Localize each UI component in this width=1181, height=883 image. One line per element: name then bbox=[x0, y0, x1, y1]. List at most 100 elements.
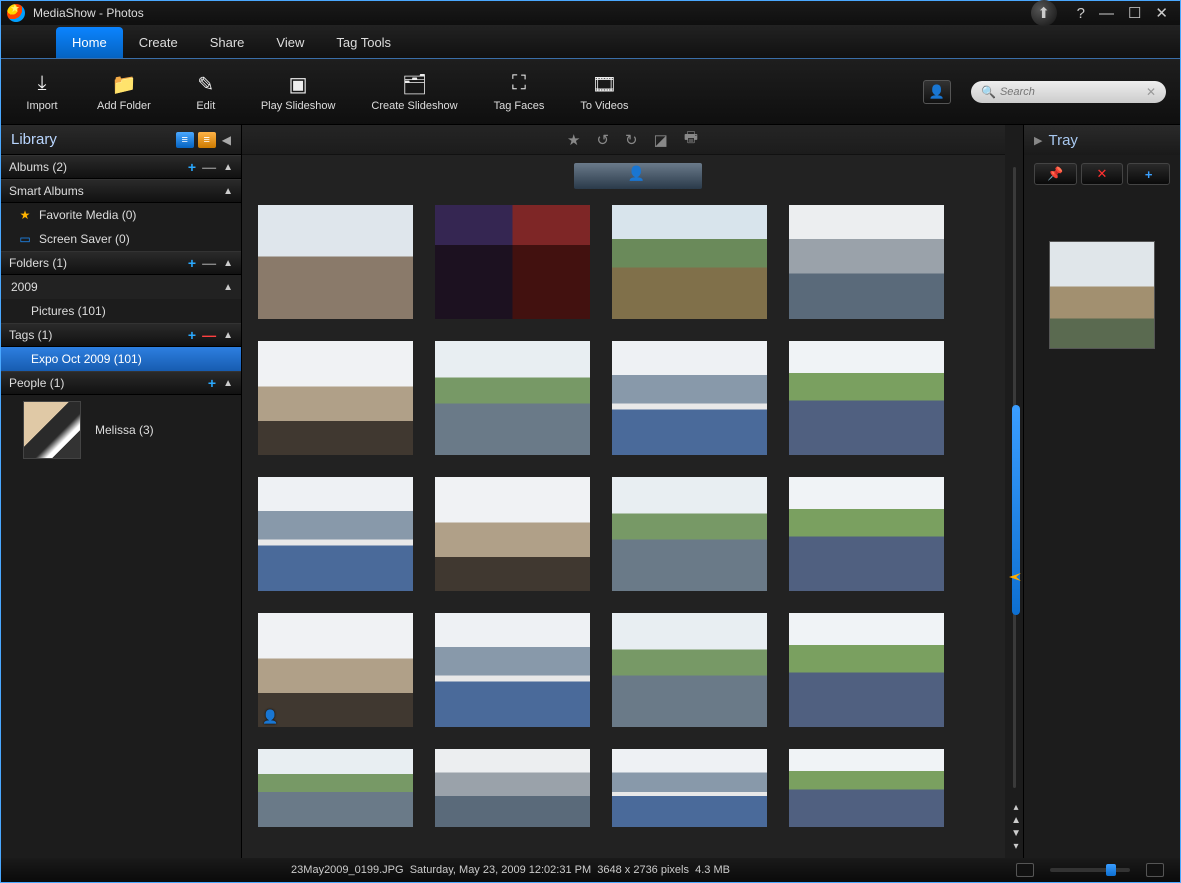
thumb[interactable] bbox=[612, 341, 767, 455]
thumb[interactable] bbox=[789, 477, 944, 591]
clear-search-icon[interactable]: ✕ bbox=[1146, 85, 1156, 99]
fullscreen-icon[interactable] bbox=[1146, 863, 1164, 877]
folder-plus-icon: 📁 bbox=[111, 72, 136, 96]
toolbar: ⤓ Import 📁Add Folder ✎Edit ▣Play Slidesho… bbox=[1, 59, 1180, 125]
pencil-icon: ✎ bbox=[197, 72, 214, 96]
scroll-thumb[interactable] bbox=[1012, 405, 1020, 615]
people-label: People (1) bbox=[9, 376, 64, 390]
collapse-sidebar-icon[interactable]: ◀ bbox=[222, 133, 231, 147]
folder-pictures[interactable]: Pictures (101) bbox=[1, 299, 241, 323]
view-mode-icon[interactable] bbox=[1016, 863, 1034, 877]
add-folder-icon[interactable]: + bbox=[188, 255, 196, 271]
thumb[interactable] bbox=[435, 205, 590, 319]
thumb[interactable] bbox=[258, 205, 413, 319]
search-box[interactable]: 🔍 ✕ bbox=[971, 81, 1166, 103]
tray-pin-button[interactable]: 📌 bbox=[1034, 163, 1077, 185]
close-button[interactable]: ✕ bbox=[1155, 4, 1168, 22]
sort-list-icon[interactable]: ≡ bbox=[176, 132, 194, 148]
import-icon: ⤓ bbox=[38, 72, 47, 96]
search-icon: 🔍 bbox=[981, 85, 996, 99]
compare-icon[interactable]: ◪ bbox=[654, 131, 668, 149]
status-filename: 23May2009_0199.JPG bbox=[291, 864, 404, 876]
add-tag-icon[interactable]: + bbox=[188, 327, 196, 343]
film-icon: 🎞 bbox=[592, 72, 617, 96]
menu-home[interactable]: Home bbox=[56, 27, 123, 58]
print-icon[interactable]: 🖶 bbox=[684, 127, 698, 152]
maximize-button[interactable]: ☐ bbox=[1128, 4, 1141, 22]
albums-section[interactable]: Albums (2) +—▲ bbox=[1, 155, 241, 179]
thumb[interactable] bbox=[789, 749, 944, 827]
rotate-left-icon[interactable]: ↺ bbox=[596, 131, 609, 149]
scroll-top-icon[interactable]: ▴ bbox=[1014, 802, 1019, 813]
play-slideshow-button[interactable]: ▣Play Slideshow bbox=[253, 68, 344, 116]
folders-section[interactable]: Folders (1) + — ▲ bbox=[1, 251, 241, 275]
upload-icon[interactable]: ⬆ bbox=[1031, 0, 1057, 26]
thumb[interactable] bbox=[435, 613, 590, 727]
folders-label: Folders (1) bbox=[9, 256, 67, 270]
favorite-icon[interactable]: ★ bbox=[567, 131, 580, 149]
tag-faces-label: Tag Faces bbox=[494, 100, 545, 112]
sort-tags-icon[interactable]: ≡ bbox=[198, 132, 216, 148]
thumb[interactable] bbox=[435, 341, 590, 455]
person-melissa[interactable]: Melissa (3) bbox=[1, 395, 241, 465]
chevron-up-icon: ▲ bbox=[223, 258, 233, 269]
remove-album-icon[interactable]: — bbox=[202, 159, 216, 175]
menu-tag-tools[interactable]: Tag Tools bbox=[320, 27, 407, 58]
thumb[interactable] bbox=[258, 477, 413, 591]
tags-section[interactable]: Tags (1) +—▲ bbox=[1, 323, 241, 347]
scroll-up-icon[interactable]: ▲ bbox=[1011, 815, 1021, 826]
favorite-media-item[interactable]: ★Favorite Media (0) bbox=[1, 203, 241, 227]
tray-header: ▶ Tray bbox=[1024, 125, 1180, 155]
tray-panel: ▶ Tray 📌 ✕ + bbox=[1023, 125, 1180, 858]
remove-folder-icon[interactable]: — bbox=[202, 255, 216, 271]
thumb[interactable] bbox=[612, 477, 767, 591]
tray-thumbnail[interactable] bbox=[1049, 241, 1155, 349]
thumb[interactable] bbox=[612, 613, 767, 727]
import-label: Import bbox=[26, 100, 57, 112]
people-section[interactable]: People (1) +▲ bbox=[1, 371, 241, 395]
thumb[interactable] bbox=[258, 341, 413, 455]
thumb[interactable] bbox=[612, 205, 767, 319]
rotate-right-icon[interactable]: ↻ bbox=[625, 131, 638, 149]
zoom-slider[interactable] bbox=[1050, 868, 1130, 872]
face-search-button[interactable]: 👤 bbox=[923, 80, 951, 104]
screen-saver-item[interactable]: ▭Screen Saver (0) bbox=[1, 227, 241, 251]
thumb[interactable] bbox=[435, 749, 590, 827]
menu-view[interactable]: View bbox=[260, 27, 320, 58]
tray-add-button[interactable]: + bbox=[1127, 163, 1170, 185]
thumb[interactable] bbox=[435, 477, 590, 591]
add-album-icon[interactable]: + bbox=[188, 159, 196, 175]
edit-button[interactable]: ✎Edit bbox=[179, 68, 233, 116]
tray-remove-button[interactable]: ✕ bbox=[1081, 163, 1124, 185]
thumb[interactable] bbox=[258, 613, 413, 727]
status-date: Saturday, May 23, 2009 12:02:31 PM bbox=[410, 864, 591, 876]
minimize-button[interactable]: — bbox=[1099, 5, 1114, 22]
folder-2009[interactable]: 2009▲ bbox=[1, 275, 241, 299]
remove-tag-icon[interactable]: — bbox=[202, 327, 216, 343]
create-slideshow-button[interactable]: 🗂Create Slideshow bbox=[363, 68, 465, 116]
thumb[interactable] bbox=[258, 749, 413, 827]
scroll-bottom-icon[interactable]: ▾ bbox=[1014, 841, 1019, 852]
smart-albums-section[interactable]: Smart Albums ▲ bbox=[1, 179, 241, 203]
help-button[interactable]: ? bbox=[1077, 5, 1085, 22]
app-logo-icon bbox=[7, 4, 25, 22]
thumb[interactable] bbox=[789, 341, 944, 455]
chevron-up-icon: ▲ bbox=[223, 282, 233, 293]
create-slideshow-icon: 🗂 bbox=[402, 72, 427, 96]
partial-thumb[interactable] bbox=[574, 163, 702, 189]
thumb[interactable] bbox=[789, 205, 944, 319]
menu-create[interactable]: Create bbox=[123, 27, 194, 58]
search-input[interactable] bbox=[1000, 86, 1146, 98]
tag-expo-oct-2009[interactable]: Expo Oct 2009 (101) bbox=[1, 347, 241, 371]
scrollbar[interactable]: ▴ ▲ ▼ ▾ bbox=[1005, 125, 1023, 858]
add-person-icon[interactable]: + bbox=[208, 375, 216, 391]
to-videos-button[interactable]: 🎞To Videos bbox=[572, 68, 636, 116]
menu-share[interactable]: Share bbox=[194, 27, 261, 58]
thumb[interactable] bbox=[789, 613, 944, 727]
expand-tray-icon[interactable]: ▶ bbox=[1034, 134, 1042, 147]
import-button[interactable]: ⤓ Import bbox=[15, 68, 69, 116]
scroll-down-icon[interactable]: ▼ bbox=[1011, 828, 1021, 839]
add-folder-button[interactable]: 📁Add Folder bbox=[89, 68, 159, 116]
tag-faces-button[interactable]: ⛶Tag Faces bbox=[486, 68, 553, 116]
thumb[interactable] bbox=[612, 749, 767, 827]
